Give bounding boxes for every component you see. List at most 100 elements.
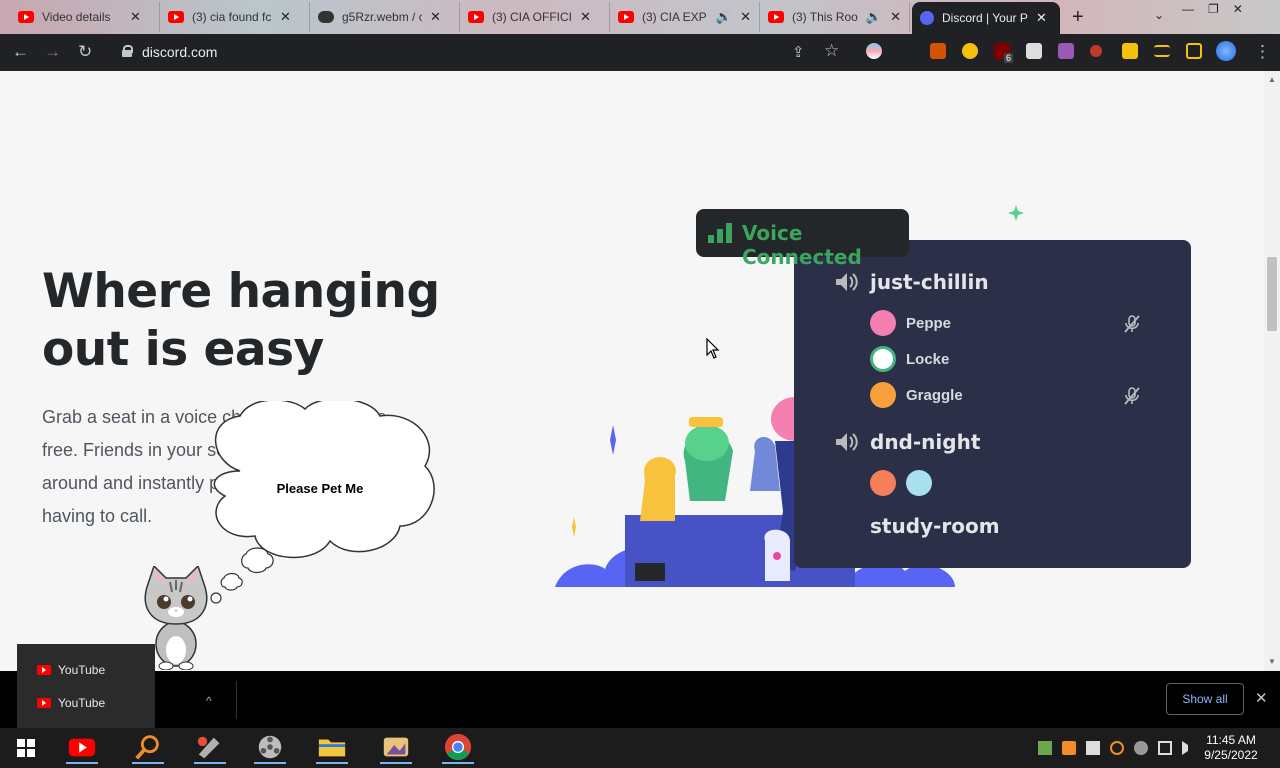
close-icon[interactable]: ✕ <box>280 9 291 25</box>
close-icon[interactable]: ✕ <box>430 9 441 25</box>
reading-list-icon[interactable] <box>1154 45 1170 57</box>
photo-app-icon[interactable] <box>380 732 412 764</box>
tab-this-room[interactable]: (3) This Roo 🔊 ✕ <box>760 2 910 32</box>
close-icon[interactable]: ✕ <box>740 9 751 25</box>
browser-toolbar: ← → ↻ discord.com ⇪ ☆ 6 ⋮ <box>0 34 1280 71</box>
system-clock[interactable]: 11:45 AM 9/25/2022 <box>1200 733 1262 763</box>
chrome-icon[interactable] <box>442 732 474 764</box>
share-icon[interactable]: ⇪ <box>792 43 805 61</box>
restore-button[interactable]: ❐ <box>1208 2 1219 16</box>
tab-webm[interactable]: g5Rzr.webm / c ✕ <box>310 2 460 32</box>
channel-name: just-chillin <box>870 270 989 294</box>
tray-app-icon[interactable] <box>1062 741 1076 755</box>
tray-app-icon[interactable] <box>1038 741 1052 755</box>
address-bar[interactable]: discord.com ⇪ ☆ <box>110 38 850 67</box>
channel-study-room[interactable]: study-room <box>870 514 1000 538</box>
back-button[interactable]: ← <box>12 42 29 62</box>
page-scrollbar[interactable]: ▲ ▼ <box>1264 71 1280 671</box>
tab-title: Video details <box>42 10 111 24</box>
speaker-icon[interactable]: 🔊 <box>866 9 882 25</box>
speaker-icon[interactable]: 🔊 <box>716 9 732 25</box>
member-locke[interactable]: Locke <box>870 346 949 372</box>
close-icon[interactable]: ✕ <box>130 9 141 25</box>
reload-button[interactable]: ↻ <box>78 42 92 62</box>
voice-connected-badge: Voice Connected <box>696 209 909 269</box>
bookmark-star-icon[interactable]: ☆ <box>824 41 839 61</box>
avatar <box>870 346 896 372</box>
member-name: Peppe <box>906 314 952 332</box>
flag-extension-icon[interactable] <box>866 43 882 59</box>
tab-title: Discord | Your P <box>942 11 1028 25</box>
profile-avatar[interactable] <box>1216 41 1236 61</box>
scroll-down-icon[interactable]: ▼ <box>1268 657 1276 666</box>
network-icon[interactable] <box>1158 741 1172 755</box>
close-icon[interactable]: ✕ <box>580 9 591 25</box>
speaker-icon <box>836 433 858 451</box>
forward-button[interactable]: → <box>44 42 61 62</box>
new-tab-button[interactable]: + <box>1072 6 1084 29</box>
avatar <box>870 382 896 408</box>
channel-dnd-night[interactable]: dnd-night <box>834 430 980 454</box>
member-name: Locke <box>906 350 950 368</box>
tab-title: g5Rzr.webm / c <box>342 10 422 24</box>
tab-title: (3) CIA EXP <box>642 10 707 24</box>
discord-page: Where hanging out is easy Grab a seat in… <box>0 71 1264 671</box>
url-text[interactable]: discord.com <box>142 44 217 60</box>
show-all-button[interactable]: Show all <box>1166 683 1244 715</box>
close-icon[interactable]: ✕ <box>1036 10 1047 26</box>
download-label: YouTube <box>58 663 106 677</box>
member-graggle[interactable]: Graggle <box>870 382 963 408</box>
channel-name: study-room <box>870 514 1000 538</box>
download-item[interactable]: YouTube <box>37 663 105 677</box>
volume-icon[interactable] <box>1182 741 1196 755</box>
paw-extension-icon[interactable] <box>930 43 946 59</box>
member-peppe[interactable]: Peppe <box>870 310 951 336</box>
film-app-icon[interactable] <box>254 732 286 764</box>
avatar[interactable] <box>870 470 896 496</box>
wizard-extension-icon[interactable] <box>1058 43 1074 59</box>
signal-bars-icon <box>708 223 732 243</box>
action-center-flag-icon[interactable] <box>1086 741 1100 755</box>
tab-video-details[interactable]: Video details ✕ <box>10 2 160 32</box>
window-controls: — ❐ ✕ <box>1182 2 1243 16</box>
tab-discord[interactable]: Discord | Your P ✕ <box>912 2 1060 34</box>
tab-cia-official[interactable]: (3) CIA OFFICIA ✕ <box>460 2 610 32</box>
close-icon[interactable]: ✕ <box>890 9 901 25</box>
avatar[interactable] <box>906 470 932 496</box>
chevron-up-icon[interactable]: ^ <box>206 694 212 708</box>
youtube-app-icon[interactable] <box>66 732 98 764</box>
tray-search-icon[interactable] <box>1110 741 1124 755</box>
tab-cia-found[interactable]: (3) cia found fc ✕ <box>160 2 310 32</box>
tab-search-button[interactable]: ⌄ <box>1154 8 1164 22</box>
clock-date: 9/25/2022 <box>1204 748 1258 762</box>
dot-extension-icon[interactable] <box>1090 45 1102 57</box>
tab-title: (3) cia found fc <box>192 10 272 24</box>
browser-menu-icon[interactable]: ⋮ <box>1254 42 1271 62</box>
scrollbar-thumb[interactable] <box>1267 257 1277 331</box>
lock-icon[interactable] <box>122 45 133 57</box>
channel-name: dnd-night <box>870 430 981 454</box>
avatar <box>870 310 896 336</box>
windows-start-icon[interactable] <box>10 732 42 764</box>
speaker-icon <box>836 273 858 291</box>
youtube-icon <box>37 698 51 708</box>
download-item[interactable]: YouTube <box>37 696 105 710</box>
voice-channel-panel: just-chillin Peppe Locke Graggle dnd-nig… <box>794 240 1191 568</box>
puzzle-extensions-icon[interactable] <box>1122 43 1138 59</box>
wappalyzer-icon[interactable] <box>1026 43 1042 59</box>
window-close-button[interactable]: ✕ <box>1233 2 1243 16</box>
runner-extension-icon[interactable] <box>962 43 978 59</box>
mic-muted-icon <box>1124 387 1140 405</box>
minimize-button[interactable]: — <box>1182 2 1194 16</box>
youtube-icon <box>18 11 34 23</box>
channel-just-chillin[interactable]: just-chillin <box>834 270 989 294</box>
scroll-up-icon[interactable]: ▲ <box>1268 75 1276 84</box>
close-downloads-icon[interactable]: ✕ <box>1255 689 1268 707</box>
tab-cia-exp[interactable]: (3) CIA EXP 🔊 ✕ <box>610 2 760 32</box>
search-magnifier-icon[interactable] <box>132 732 164 764</box>
tray-app-icon[interactable] <box>1134 741 1148 755</box>
side-panel-icon[interactable] <box>1186 43 1202 59</box>
paint-app-icon[interactable] <box>194 732 226 764</box>
thought-bubble-text: Please Pet Me <box>276 481 364 496</box>
file-explorer-icon[interactable] <box>316 732 348 764</box>
